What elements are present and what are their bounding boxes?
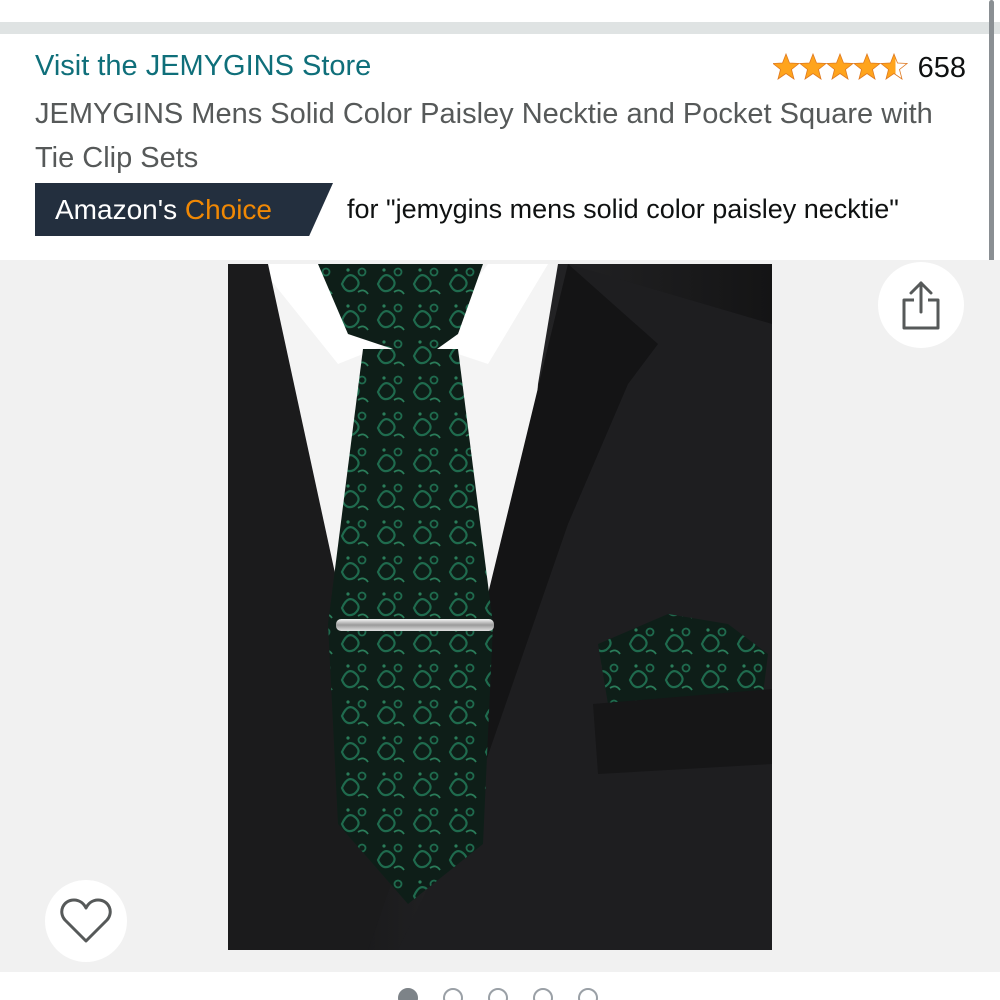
star-icon-1: [772, 53, 800, 80]
carousel-dots[interactable]: [398, 988, 598, 1000]
carousel-dot-3[interactable]: [488, 988, 508, 1000]
add-to-wishlist-button[interactable]: [45, 880, 127, 962]
amazons-choice-row: Amazon's Choice for "jemygins mens solid…: [35, 183, 899, 236]
rating-count: 658: [917, 51, 966, 84]
badge-choice-text: Choice: [184, 193, 273, 225]
star-icon-4: [852, 53, 881, 80]
carousel-dot-2[interactable]: [443, 988, 463, 1000]
amazons-choice-badge[interactable]: Amazon's Choice: [35, 183, 333, 236]
product-title: JEMYGINS Mens Solid Color Paisley Neckti…: [35, 98, 933, 174]
star-icons: [772, 53, 908, 80]
star-icon-3: [825, 53, 854, 80]
carousel-dot-1[interactable]: [398, 988, 418, 1000]
share-button[interactable]: [878, 262, 964, 348]
product-page: Visit the JEMYGINS Store 658 JEMYGINS Me…: [0, 0, 1000, 1000]
necktie-suit-illustration: [228, 264, 772, 950]
half-star-icon: [879, 53, 908, 80]
star-rating: [772, 53, 908, 83]
carousel-dot-5[interactable]: [578, 988, 598, 1000]
choice-query-text: for "jemygins mens solid color paisley n…: [347, 194, 899, 224]
badge-amazons-text: Amazon's: [55, 193, 178, 225]
rating-summary[interactable]: 658: [772, 50, 966, 86]
star-icon-2: [798, 53, 827, 80]
product-image[interactable]: [228, 264, 772, 950]
heart-icon: [60, 898, 112, 943]
share-icon: [902, 281, 940, 330]
tie-clip: [336, 619, 494, 631]
visit-store-link[interactable]: Visit the JEMYGINS Store: [35, 50, 371, 83]
carousel-dot-4[interactable]: [533, 988, 553, 1000]
top-divider: [0, 22, 1000, 34]
